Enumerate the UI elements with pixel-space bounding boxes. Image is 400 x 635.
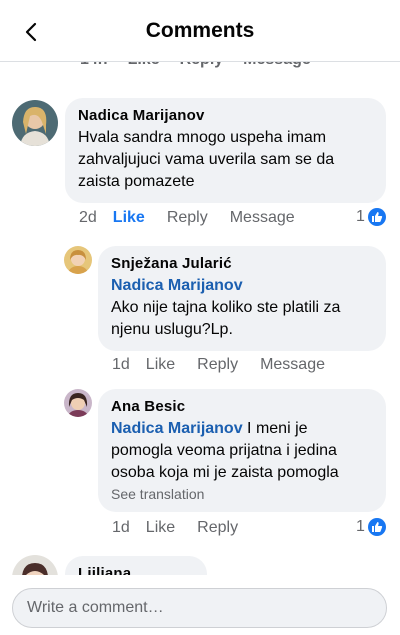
- like-button[interactable]: Like: [146, 519, 175, 537]
- comment-text: Nadica Marijanov Ako nije tajna koliko s…: [111, 275, 373, 341]
- reaction-summary[interactable]: 1: [356, 518, 386, 536]
- reply-button[interactable]: Reply: [197, 356, 238, 374]
- reply-button[interactable]: Reply: [167, 209, 208, 227]
- comment-text: Hvala sandra mnogo uspeha imam zahvaljuj…: [78, 129, 335, 190]
- reaction-count: 1: [356, 518, 365, 535]
- comment-time: 1d: [112, 519, 130, 536]
- reply-button[interactable]: Reply: [197, 519, 238, 537]
- mention-link[interactable]: Nadica Marijanov: [111, 277, 243, 294]
- like-button[interactable]: Like: [113, 209, 145, 227]
- comment-author[interactable]: Snježana Jularić: [111, 255, 373, 272]
- comment-time: 2d: [79, 209, 97, 226]
- comment-author[interactable]: Ana Besic: [111, 398, 373, 415]
- see-translation-link[interactable]: See translation: [111, 486, 373, 502]
- comment-actions: 1d Like Reply: [112, 519, 260, 537]
- like-button[interactable]: Like: [146, 356, 175, 374]
- comment-input[interactable]: [12, 588, 387, 628]
- avatar[interactable]: [64, 246, 92, 274]
- avatar[interactable]: [12, 100, 58, 146]
- top-bar: Comments: [0, 0, 400, 62]
- comment-bubble: Nadica Marijanov Hvala sandra mnogo uspe…: [65, 98, 386, 203]
- comment-actions: 1d Like Reply Message: [112, 356, 347, 374]
- message-button[interactable]: Message: [230, 209, 295, 227]
- page-title: Comments: [145, 19, 255, 42]
- comment-bubble: Snježana Jularić Nadica Marijanov Ako ni…: [98, 246, 386, 351]
- reaction-summary[interactable]: 1: [356, 208, 386, 226]
- thumbs-up-icon: [367, 208, 386, 226]
- comment-time: 1d: [112, 356, 130, 373]
- avatar[interactable]: [64, 389, 92, 417]
- comment-actions: 2d Like Reply Message: [79, 209, 317, 227]
- comment-author[interactable]: Nadica Marijanov: [78, 107, 373, 124]
- comment-text: Nadica Marijanov I meni je pomogla veoma…: [111, 418, 373, 484]
- comment-composer: [0, 575, 400, 635]
- comment-bubble: Ana Besic Nadica Marijanov I meni je pom…: [98, 389, 386, 512]
- thumbs-up-icon: [367, 518, 386, 536]
- mention-link[interactable]: Nadica Marijanov: [111, 420, 243, 437]
- message-button[interactable]: Message: [260, 356, 325, 374]
- reaction-count: 1: [356, 208, 365, 225]
- comment-body: Ako nije tajna koliko ste platili za nje…: [111, 299, 341, 338]
